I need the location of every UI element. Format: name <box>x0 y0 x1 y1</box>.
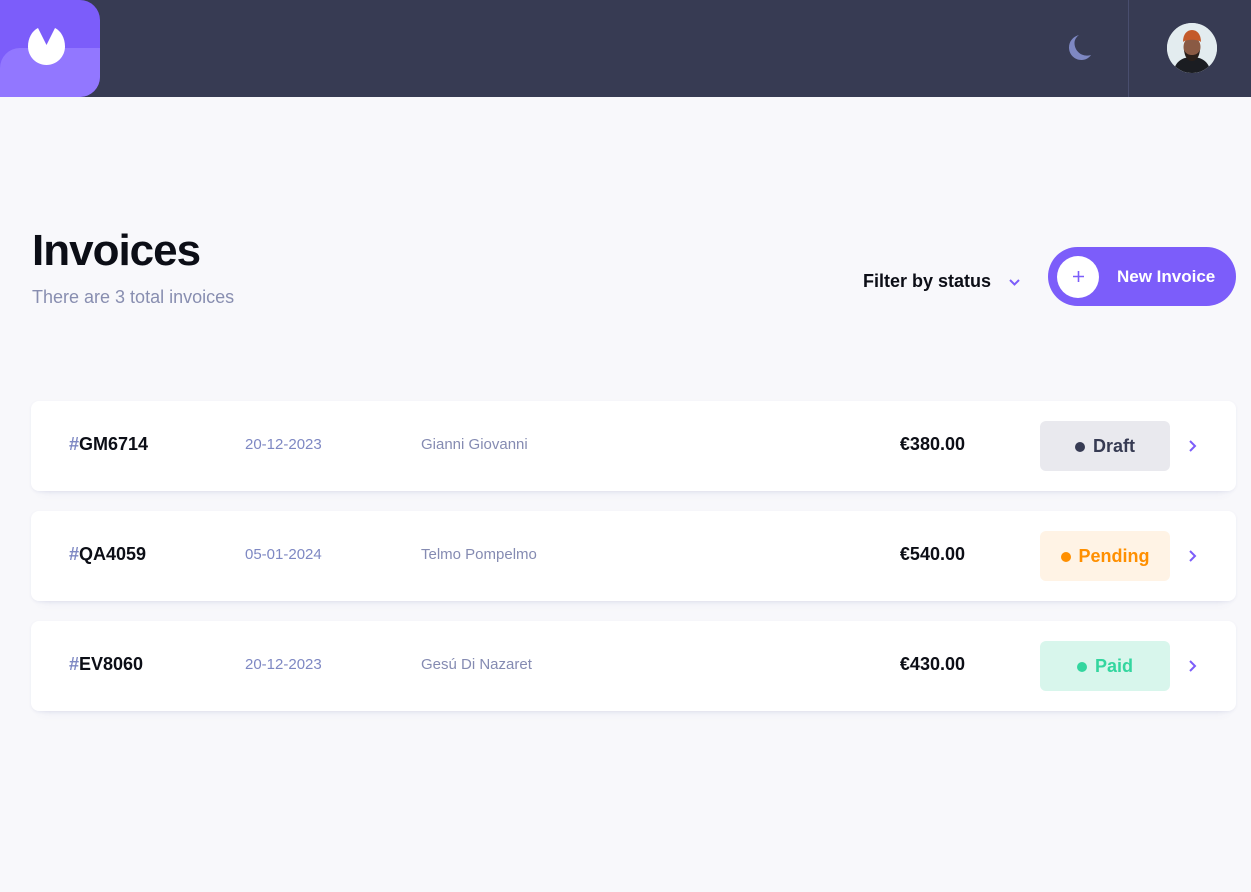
invoice-row[interactable]: #EV8060 20-12-2023 Gesú Di Nazaret €430.… <box>31 621 1236 711</box>
invoice-client-name: Telmo Pompelmo <box>421 546 537 563</box>
status-label: Paid <box>1094 655 1133 676</box>
invoice-row[interactable]: #GM6714 20-12-2023 Gianni Giovanni €380.… <box>31 401 1236 491</box>
invoice-amount: €430.00 <box>899 654 965 674</box>
filter-by-status-dropdown[interactable]: Filter by status <box>863 268 1020 294</box>
status-label: Pending <box>1078 545 1150 566</box>
invoice-due-date: 05-01-2024 <box>245 546 322 563</box>
top-navigation-bar <box>0 0 1251 97</box>
status-badge: Paid <box>1040 641 1170 691</box>
invoice-due-date: 20-12-2023 <box>245 656 322 673</box>
invoice-id-value: EV8060 <box>79 654 144 674</box>
new-invoice-button[interactable]: New Invoice <box>1048 247 1236 306</box>
status-dot <box>1074 442 1085 452</box>
filter-label: Filter by status <box>863 270 992 291</box>
plus-circle <box>1057 255 1099 298</box>
status-dot <box>1076 662 1087 672</box>
invoice-client-name: Gianni Giovanni <box>421 436 528 453</box>
status-badge: Draft <box>1040 421 1170 471</box>
page-title: Invoices <box>32 226 201 275</box>
new-invoice-label: New Invoice <box>1117 266 1216 286</box>
invoice-count-subtitle: There are 3 total invoices <box>32 287 235 307</box>
theme-toggle-button[interactable] <box>1064 33 1092 61</box>
invoice-id: #QA4059 <box>69 544 146 565</box>
plus-icon <box>1072 271 1084 282</box>
chevron-down-icon <box>1009 279 1020 286</box>
avatar[interactable] <box>1167 23 1217 73</box>
header-divider <box>1128 0 1129 97</box>
invoice-row[interactable]: #QA4059 05-01-2024 Telmo Pompelmo €540.0… <box>31 511 1236 601</box>
invoice-amount: €380.00 <box>899 434 965 454</box>
chevron-right-icon[interactable] <box>1188 439 1198 453</box>
invoice-id: #EV8060 <box>69 654 143 675</box>
invoice-id-value: GM6714 <box>79 434 149 454</box>
invoice-client-name: Gesú Di Nazaret <box>421 656 532 673</box>
invoice-due-date: 20-12-2023 <box>245 436 322 453</box>
chevron-right-icon[interactable] <box>1188 659 1198 673</box>
brand-logo[interactable] <box>0 0 100 97</box>
invoice-id-value: QA4059 <box>79 544 147 564</box>
invoice-id-hash: # <box>69 654 80 674</box>
invoice-id-hash: # <box>69 544 80 564</box>
status-label: Draft <box>1092 435 1135 456</box>
status-dot <box>1060 552 1071 562</box>
chevron-right-icon[interactable] <box>1188 549 1198 563</box>
status-badge: Pending <box>1040 531 1170 581</box>
invoice-id: #GM6714 <box>69 434 148 455</box>
user-avatar-image <box>1167 23 1217 73</box>
moon-icon <box>1069 35 1091 60</box>
invoice-amount: €540.00 <box>899 544 965 564</box>
invoice-id-hash: # <box>69 434 80 454</box>
brand-logo-icon <box>28 28 65 65</box>
